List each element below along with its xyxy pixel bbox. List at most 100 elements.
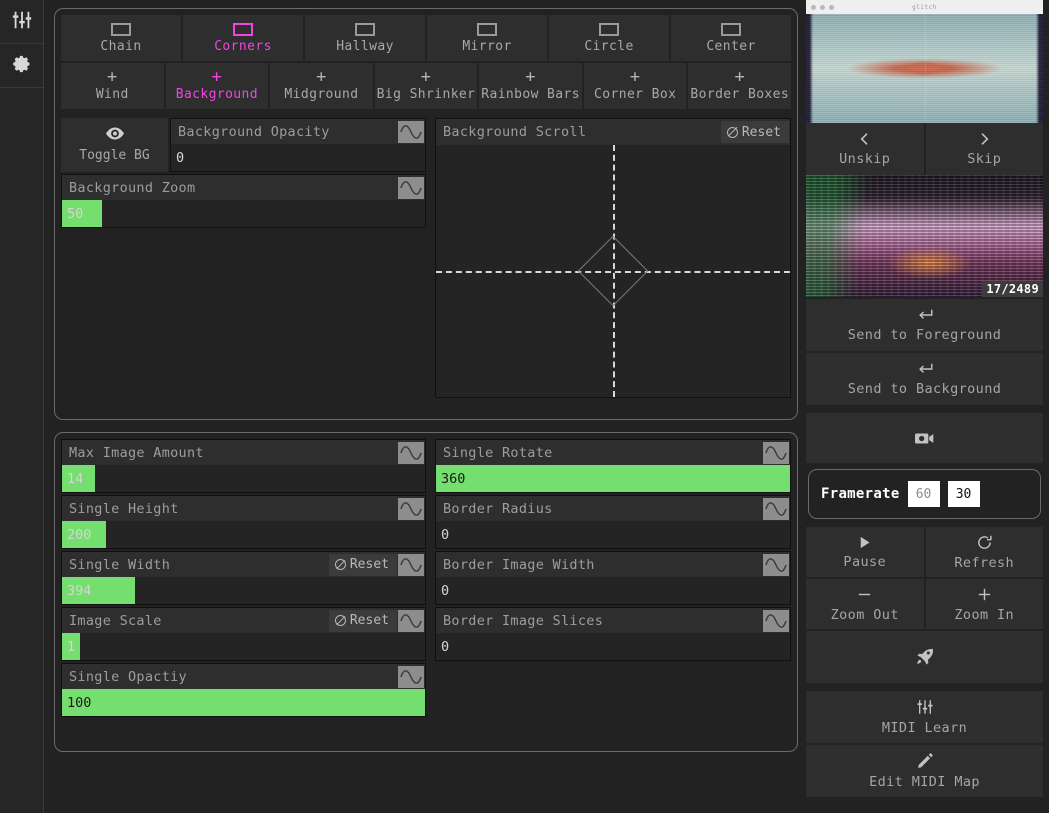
- preview-titlebar: glitch: [806, 0, 1043, 14]
- midi-learn-button[interactable]: MIDI Learn: [806, 691, 1043, 743]
- lfo-wave-button[interactable]: [763, 441, 789, 464]
- tab-background[interactable]: + Background: [165, 63, 269, 109]
- reset-button[interactable]: Reset: [328, 553, 397, 576]
- framerate-option-30[interactable]: 30: [947, 481, 980, 507]
- zoom-in-button[interactable]: Zoom In: [925, 579, 1043, 629]
- reset-button[interactable]: Reset: [328, 609, 397, 632]
- rail-item-mixer[interactable]: [0, 0, 44, 44]
- slider-max-image-amount[interactable]: Max Image Amount 14: [61, 439, 426, 493]
- slider-value: 14: [67, 470, 84, 487]
- preview-window[interactable]: glitch: [806, 0, 1043, 123]
- slider-track[interactable]: 0: [436, 521, 790, 548]
- camera-icon: [914, 431, 935, 446]
- slider-single-opactiy[interactable]: Single Opactiy 100: [61, 663, 426, 717]
- rail-item-settings[interactable]: [0, 44, 44, 88]
- refresh-button[interactable]: Refresh: [925, 527, 1043, 577]
- slider-label: Single Rotate: [443, 444, 553, 461]
- skip-button[interactable]: Skip: [925, 123, 1043, 175]
- background-scroll-label: Background Scroll: [443, 124, 587, 140]
- slider-track[interactable]: 394: [62, 577, 425, 604]
- slider-header: Single Rotate: [436, 440, 790, 465]
- lfo-wave-button[interactable]: [398, 120, 424, 143]
- tab-rainbow-bars[interactable]: + Rainbow Bars: [479, 63, 582, 109]
- tab-hallway[interactable]: Hallway: [305, 15, 425, 61]
- slider-border-image-slices[interactable]: Border Image Slices 0: [435, 607, 791, 661]
- tab-label: Border Boxes: [690, 87, 790, 102]
- slider-track[interactable]: 0: [171, 144, 425, 171]
- slider-label: Image Scale: [69, 612, 162, 629]
- lfo-wave-button[interactable]: [398, 553, 424, 576]
- slider-single-rotate[interactable]: Single Rotate 360: [435, 439, 791, 493]
- unskip-button[interactable]: Unskip: [806, 123, 924, 175]
- slider-track[interactable]: 360: [436, 465, 790, 492]
- background-scroll-pad[interactable]: Background Scroll Reset: [435, 118, 791, 398]
- toggle-webcam-button[interactable]: [806, 413, 1043, 463]
- button-label: Pause: [843, 553, 887, 570]
- lfo-wave-button[interactable]: [763, 553, 789, 576]
- slider-track[interactable]: 0: [436, 577, 790, 604]
- button-label: Edit MIDI Map: [869, 774, 980, 790]
- zoom-out-button[interactable]: Zoom Out: [806, 579, 924, 629]
- left-rail: [0, 0, 44, 813]
- framerate-option-60[interactable]: 60: [907, 481, 940, 507]
- slider-background-opacity[interactable]: Background Opacity 0: [170, 118, 426, 172]
- lfo-wave-button[interactable]: [763, 497, 789, 520]
- slider-header: Image Scale Reset: [62, 608, 425, 633]
- slider-track[interactable]: 200: [62, 521, 425, 548]
- send-to-background-button[interactable]: Send to Background: [806, 353, 1043, 405]
- tab-label: Center: [706, 39, 756, 54]
- slider-single-height[interactable]: Single Height 200: [61, 495, 426, 549]
- edit-midi-map-button[interactable]: Edit MIDI Map: [806, 745, 1043, 797]
- slider-single-width[interactable]: Single Width Reset 394: [61, 551, 426, 605]
- lfo-wave-button[interactable]: [398, 176, 424, 199]
- button-label: Send to Foreground: [847, 327, 1002, 343]
- current-image-thumbnail[interactable]: 17/2489: [806, 175, 1043, 297]
- toggle-bg-button[interactable]: Toggle BG: [61, 118, 168, 172]
- slider-track[interactable]: 1: [62, 633, 425, 660]
- lfo-wave-button[interactable]: [398, 441, 424, 464]
- tab-corners[interactable]: Corners: [183, 15, 303, 61]
- sine-wave-icon: [400, 613, 422, 629]
- effect-controls: Toggle BG Background Opacity 0 Background…: [61, 118, 791, 398]
- slider-track[interactable]: 0: [436, 633, 790, 660]
- sine-wave-icon: [400, 445, 422, 461]
- slider-track[interactable]: 14: [62, 465, 425, 492]
- send-to-foreground-button[interactable]: Send to Foreground: [806, 299, 1043, 351]
- tab-chain[interactable]: Chain: [61, 15, 181, 61]
- preview-canvas: [806, 14, 1043, 123]
- slider-value: 1: [67, 638, 76, 655]
- toggle-autopilot-button[interactable]: [806, 631, 1043, 683]
- toggle-bg-label: Toggle BG: [79, 148, 150, 163]
- tab-circle[interactable]: Circle: [549, 15, 669, 61]
- lfo-wave-button[interactable]: [398, 665, 424, 688]
- lfo-wave-button[interactable]: [398, 609, 424, 632]
- lfo-wave-button[interactable]: [398, 497, 424, 520]
- pause-button[interactable]: Pause: [806, 527, 924, 577]
- slider-value: 0: [441, 582, 450, 599]
- xy-handle[interactable]: [577, 235, 649, 307]
- tab-mirror[interactable]: Mirror: [427, 15, 547, 61]
- tab-center[interactable]: Center: [671, 15, 791, 61]
- slider-border-radius[interactable]: Border Radius 0: [435, 495, 791, 549]
- background-scroll-reset-button[interactable]: Reset: [720, 121, 789, 143]
- tab-label: Mirror: [462, 39, 512, 54]
- tab-wind[interactable]: + Wind: [61, 63, 164, 109]
- button-label: Send to Background: [847, 381, 1002, 397]
- refresh-icon: [976, 534, 993, 551]
- sliders-icon: [916, 698, 934, 716]
- tab-border-boxes[interactable]: + Border Boxes: [688, 63, 792, 109]
- background-scroll-surface[interactable]: [436, 145, 790, 397]
- lfo-wave-button[interactable]: [763, 609, 789, 632]
- framerate-label: Framerate: [821, 486, 900, 502]
- slider-track[interactable]: 50: [62, 200, 425, 227]
- tab-corner-box[interactable]: + Corner Box: [583, 63, 687, 109]
- transport-controls: Pause Refresh: [806, 527, 1043, 577]
- tab-big-shrinker[interactable]: + Big Shrinker: [374, 63, 478, 109]
- slider-image-scale[interactable]: Image Scale Reset 1: [61, 607, 426, 661]
- slider-border-image-width[interactable]: Border Image Width 0: [435, 551, 791, 605]
- button-label: MIDI Learn: [881, 720, 968, 736]
- tab-midground[interactable]: + Midground: [270, 63, 373, 109]
- slider-track[interactable]: 100: [62, 689, 425, 716]
- slider-background-zoom[interactable]: Background Zoom 50: [61, 174, 426, 228]
- slider-header: Background Opacity: [171, 119, 425, 144]
